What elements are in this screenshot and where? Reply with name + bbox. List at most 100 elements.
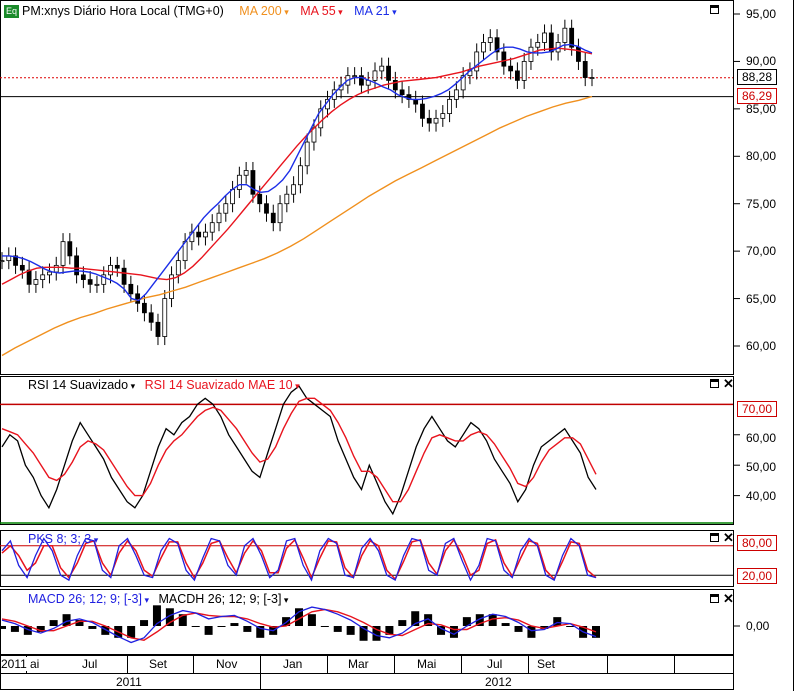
symbol-title[interactable]: PM:xnys Diário Hora Local (TMG+0) xyxy=(22,4,224,18)
rsi-ema-title[interactable]: RSI 14 Suavizado MAE 10 xyxy=(145,378,293,392)
price-candle-body xyxy=(453,89,459,100)
chevron-down-icon[interactable]: ▾ xyxy=(336,7,343,17)
maximize-price-panel-icon[interactable] xyxy=(710,5,719,14)
price-candle-body xyxy=(440,113,446,119)
chevron-down-icon[interactable]: ▾ xyxy=(91,535,99,545)
macd-histogram-bar xyxy=(217,626,226,627)
chevron-down-icon[interactable]: ▾ xyxy=(128,381,136,391)
y-tick-label: 80,00 xyxy=(746,149,777,163)
price-candle-body xyxy=(291,184,297,195)
price-candle-body xyxy=(487,37,493,43)
macd-histogram-bar xyxy=(204,626,213,635)
x-tick-label: ai xyxy=(30,657,40,671)
chart-canvas xyxy=(0,0,794,691)
price-candle-body xyxy=(196,231,202,238)
chevron-down-icon[interactable]: ▾ xyxy=(293,381,300,391)
chevron-down-icon[interactable]: ▾ xyxy=(282,7,289,17)
price-candle-body xyxy=(582,61,588,78)
price-candle-body xyxy=(135,293,141,304)
price-candle-body xyxy=(352,75,358,78)
macd-histogram-bar xyxy=(49,620,58,626)
price-candle-body xyxy=(108,264,113,276)
macd-histogram-bar xyxy=(0,626,6,629)
price-candle-body xyxy=(264,203,269,214)
price-candle-body xyxy=(481,42,486,53)
chevron-down-icon[interactable]: ▾ xyxy=(142,595,149,605)
price-candle-body xyxy=(60,241,66,266)
close-pks-panel-icon[interactable]: ✕ xyxy=(723,531,734,544)
price-candle-body xyxy=(297,165,303,186)
chevron-down-icon[interactable]: ▾ xyxy=(281,595,289,605)
macd-histogram-bar xyxy=(501,623,510,626)
rsi-title[interactable]: RSI 14 Suavizado xyxy=(28,378,128,392)
x-year-label: 2011 xyxy=(116,675,142,689)
close-rsi-panel-icon[interactable]: ✕ xyxy=(723,377,734,390)
price-candle-body xyxy=(521,61,527,81)
ma21-legend[interactable]: MA 21 ▾ xyxy=(354,4,396,18)
rsi-legend: RSI 14 Suavizado ▾ RSI 14 Suavizado MAE … xyxy=(28,377,300,394)
y-tick-label: 75,00 xyxy=(746,197,777,211)
maximize-rsi-panel-icon[interactable] xyxy=(710,379,719,388)
macd-histogram-bar xyxy=(230,623,239,626)
close-macd-panel-icon[interactable]: ✕ xyxy=(723,592,734,605)
price-candle-body xyxy=(379,65,385,72)
price-candle-body xyxy=(576,46,581,62)
macd-title[interactable]: MACD 26; 12; 9; [-3] xyxy=(28,592,142,606)
macd-histogram-bar xyxy=(243,626,252,632)
chevron-down-icon[interactable]: ▾ xyxy=(390,7,397,17)
ma200-legend[interactable]: MA 200 ▾ xyxy=(239,4,288,18)
maximize-pks-panel-icon[interactable] xyxy=(710,533,719,542)
price-candle-body xyxy=(40,274,46,281)
price-candle-body xyxy=(162,298,168,337)
price-candle-body xyxy=(535,42,541,48)
macd-legend: MACD 26; 12; 9; [-3] ▾ MACDH 26; 12; 9; … xyxy=(28,591,288,608)
price-candle-body xyxy=(94,283,100,286)
price-candle-body xyxy=(277,203,283,224)
rsi-overbought-tag: 70,00 xyxy=(737,401,777,417)
macd-histogram-bar xyxy=(398,620,407,626)
ma55-legend[interactable]: MA 55 ▾ xyxy=(300,4,342,18)
x-tick-label: Nov xyxy=(216,657,238,671)
price-candle-body xyxy=(501,51,507,67)
price-candle-body xyxy=(562,27,568,43)
macd-histogram-bar xyxy=(191,626,200,627)
price-candle-body xyxy=(19,264,25,271)
rsi-panel-frame xyxy=(0,376,734,525)
macd-histogram-bar xyxy=(88,626,97,629)
price-candle-body xyxy=(433,117,439,124)
pks-legend: PKS 8; 3; 3 ▾ xyxy=(28,531,98,548)
price-candle-body xyxy=(515,70,520,81)
price-candle-body xyxy=(230,189,235,205)
x-tick-label: Mar xyxy=(348,657,369,671)
price-candle-body xyxy=(148,312,154,323)
macd-histogram-bar xyxy=(527,626,536,638)
x-tick-label: 2011 xyxy=(1,657,27,671)
price-candle-body xyxy=(250,170,256,195)
equity-badge: Eq xyxy=(4,5,20,18)
y-tick-label: 60,00 xyxy=(746,339,777,353)
pks-title[interactable]: PKS 8; 3; 3 xyxy=(28,532,91,546)
macd-histogram-bar xyxy=(307,614,316,626)
x-tick-label: Set xyxy=(149,657,168,671)
macd-histogram-bar xyxy=(140,620,149,626)
price-candle-body xyxy=(121,267,127,285)
macd-histogram-bar xyxy=(320,626,329,627)
price-candle-body xyxy=(67,241,73,257)
rsi-y-tick-label: 50,00 xyxy=(746,460,777,474)
price-candle-body xyxy=(53,264,59,273)
price-candle-body xyxy=(386,65,391,81)
price-candle-body xyxy=(372,70,378,81)
price-candle-body xyxy=(243,170,249,176)
y-tick-label: 90,00 xyxy=(746,54,777,68)
x-year-label: 2012 xyxy=(485,675,512,689)
price-candle-body xyxy=(257,193,263,205)
macdh-title[interactable]: MACDH 26; 12; 9; [-3] xyxy=(158,592,281,606)
maximize-macd-panel-icon[interactable] xyxy=(710,594,719,603)
price-candle-body xyxy=(114,264,120,269)
macd-histogram-bar xyxy=(514,626,523,632)
price-candle-body xyxy=(155,321,161,337)
price-candle-body xyxy=(236,174,242,190)
price-candle-body xyxy=(399,89,405,96)
price-candle-body xyxy=(542,32,547,43)
y-tick-label: 95,00 xyxy=(746,7,777,21)
